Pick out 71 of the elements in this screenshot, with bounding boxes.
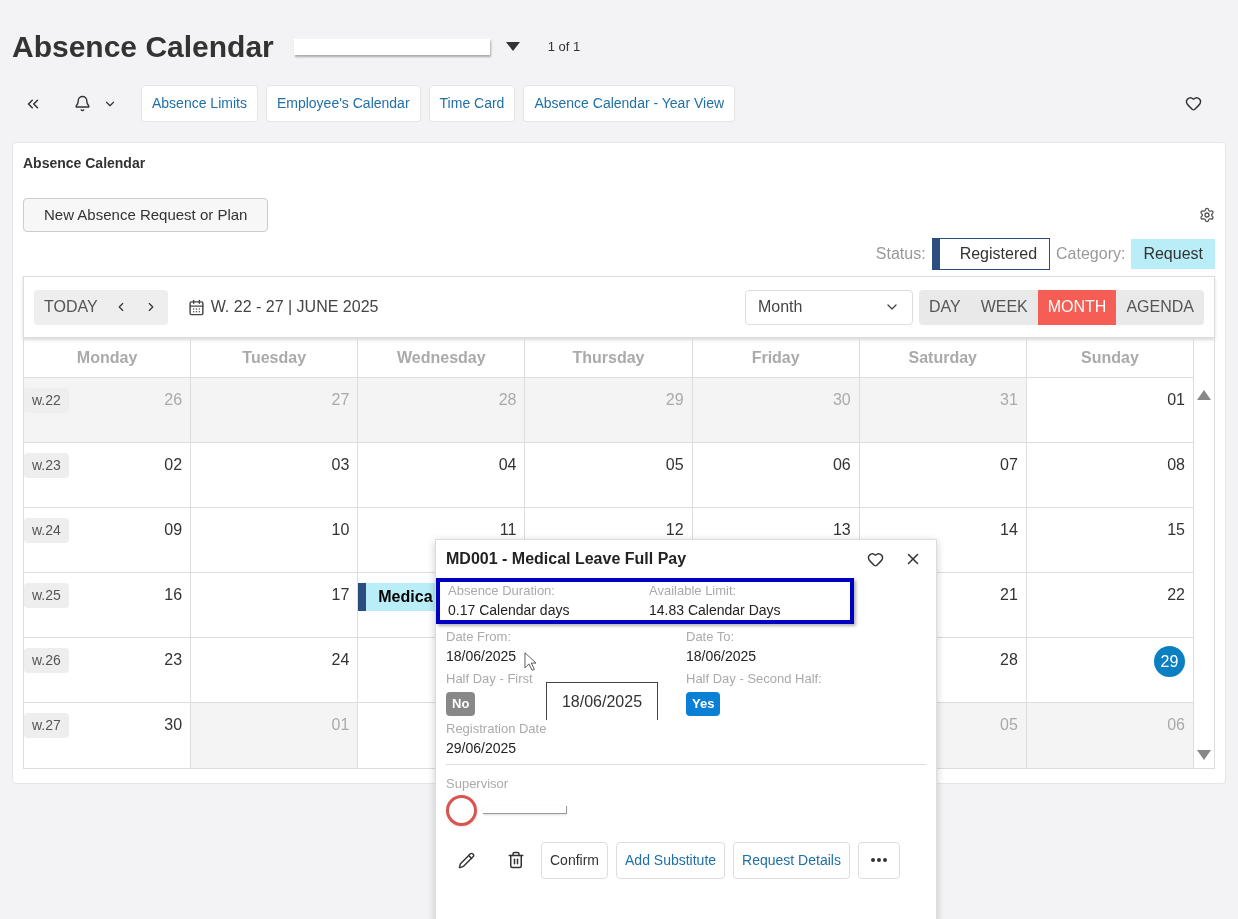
- field-label: Supervisor: [446, 775, 509, 791]
- day-number: 24: [331, 650, 350, 670]
- legend-badge: Registered: [931, 238, 1051, 270]
- weekday-header: Sunday: [1026, 338, 1194, 377]
- popup-title: MD001 - Medical Leave Full Pay: [446, 549, 687, 569]
- day-number: 05: [1000, 715, 1018, 735]
- day-number: 31: [1000, 390, 1018, 410]
- field-value: 14.83 Calendar Days: [649, 601, 781, 620]
- day-number: 28: [1000, 650, 1018, 670]
- field-value: 18/06/2025: [446, 647, 517, 666]
- day-number: 27: [331, 390, 350, 410]
- day-number: 30: [832, 390, 851, 410]
- day-number: 22: [1167, 585, 1185, 605]
- date-range: W. 22 - 27 | JUNE 2025: [210, 297, 379, 317]
- legend-label: Status:: [875, 244, 926, 264]
- day-number: 08: [1167, 455, 1185, 475]
- field-label: Registration Date: [446, 719, 547, 738]
- week-number: w.26: [24, 648, 69, 673]
- day-number: 01: [331, 715, 350, 735]
- weekday-header: Wednesday: [358, 338, 526, 377]
- card-title: Absence Calendar: [23, 154, 147, 173]
- day-number: 02: [164, 455, 183, 475]
- weekday-header: Tuesday: [191, 338, 359, 377]
- week-number: w.22: [24, 388, 69, 413]
- day-number: 06: [1167, 715, 1185, 735]
- weekday-header: Saturday: [859, 338, 1027, 377]
- day-number: 11: [499, 520, 517, 540]
- today-date: 29: [1154, 646, 1185, 677]
- field-value: 18/06/2025: [686, 647, 757, 666]
- date-tooltip: 18/06/2025: [546, 682, 658, 720]
- day-number: 14: [1000, 520, 1018, 540]
- day-number: 01: [1167, 390, 1185, 410]
- field-value: 0.17 Calendar days: [448, 601, 570, 620]
- field-label: Available Limit:: [649, 582, 737, 600]
- day-number: 12: [665, 520, 684, 540]
- weekday-header: Monday: [24, 338, 192, 377]
- page-title: Absence Calendar: [12, 29, 274, 65]
- day-number: 03: [331, 455, 350, 475]
- field-label: Half Day - First: [446, 670, 533, 688]
- day-number: 15: [1167, 520, 1185, 540]
- flag-badge: Yes: [686, 692, 721, 716]
- day-number: 06: [832, 455, 851, 475]
- day-number: 29: [665, 390, 684, 410]
- weekday-header: Friday: [692, 338, 860, 377]
- week-number: w.24: [24, 518, 69, 543]
- day-number: 28: [498, 390, 517, 410]
- day-number: 23: [164, 650, 183, 670]
- legend-badge: Request: [1131, 239, 1215, 269]
- day-number: 07: [1000, 455, 1018, 475]
- field-label: Date To:: [686, 628, 735, 646]
- field-value: 29/06/2025: [446, 738, 517, 758]
- flag-badge: No: [446, 692, 476, 716]
- legend-label: Category:: [1056, 244, 1126, 264]
- day-number: 21: [1000, 585, 1018, 605]
- week-number: w.23: [24, 453, 69, 478]
- day-number: 13: [832, 520, 851, 540]
- day-number: 10: [331, 520, 350, 540]
- day-number: 17: [331, 585, 350, 605]
- day-number: 04: [498, 455, 517, 475]
- day-number: 05: [665, 455, 684, 475]
- day-number: 26: [164, 390, 183, 410]
- week-number: w.27: [24, 713, 69, 738]
- field-label: Date From:: [446, 628, 511, 646]
- pager-text: 1 of 1: [547, 37, 581, 56]
- field-label: Half Day - Second Half:: [686, 670, 822, 688]
- day-number: 16: [164, 585, 183, 605]
- field-label: Absence Duration:: [448, 582, 555, 600]
- day-number: 30: [164, 715, 183, 735]
- weekday-header: Thursday: [525, 338, 693, 377]
- day-number: 09: [164, 520, 183, 540]
- week-number: w.25: [24, 583, 69, 608]
